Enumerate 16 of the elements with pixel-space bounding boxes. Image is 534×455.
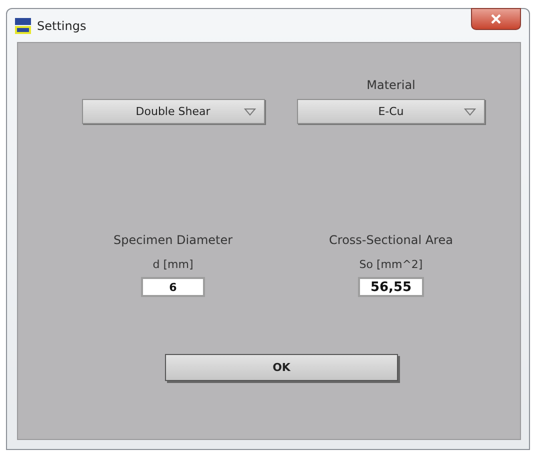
- value-field[interactable]: 6: [141, 277, 205, 297]
- ok-button[interactable]: OK: [165, 354, 398, 381]
- field-label: Specimen Diameter: [113, 232, 233, 248]
- unit-label: So [mm^2]: [359, 258, 423, 271]
- dropdown[interactable]: E-Cu: [297, 99, 485, 124]
- caret-icon: [464, 108, 476, 116]
- value-field[interactable]: 56,55: [358, 277, 424, 297]
- app-icon: [15, 18, 31, 34]
- dropdown[interactable]: Double Shear: [82, 99, 264, 124]
- unit-label: d [mm]: [152, 258, 194, 271]
- caret-icon: [244, 108, 256, 116]
- close-icon: [491, 14, 501, 24]
- window-title: Settings: [37, 18, 86, 32]
- selector-label: Material: [366, 77, 416, 93]
- field-label: Cross-Sectional Area: [329, 232, 453, 248]
- close-button[interactable]: [471, 8, 521, 30]
